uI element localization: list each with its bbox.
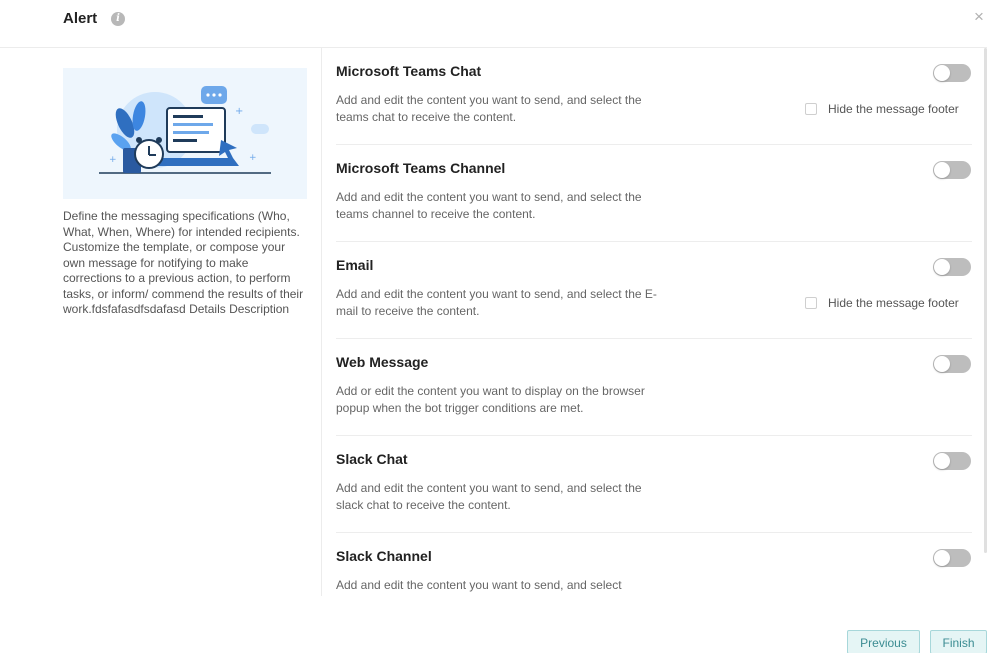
slack-channel-toggle[interactable] xyxy=(933,549,971,567)
channel-description: Add and edit the content you want to sen… xyxy=(336,578,622,592)
svg-text:+: + xyxy=(235,106,243,117)
channel-name: Email xyxy=(336,257,374,273)
channel-email: Email Add and edit the content you want … xyxy=(336,242,972,339)
close-icon[interactable]: × xyxy=(974,8,984,25)
channel-name: Web Message xyxy=(336,354,429,370)
channel-name: Slack Chat xyxy=(336,451,408,467)
teams-chat-toggle[interactable] xyxy=(933,64,971,82)
channel-description: Add or edit the content you want to disp… xyxy=(336,384,645,415)
alert-description: Define the messaging specifications (Who… xyxy=(63,209,304,316)
toggle-knob xyxy=(934,259,950,275)
toggle-knob xyxy=(934,550,950,566)
alert-illustration: + + + xyxy=(63,68,307,199)
toggle-knob xyxy=(934,356,950,372)
svg-text:+: + xyxy=(109,155,117,165)
slack-chat-toggle[interactable] xyxy=(933,452,971,470)
channel-slack-channel: Slack Channel Add and edit the content y… xyxy=(336,533,972,593)
toggle-knob xyxy=(934,162,950,178)
previous-button[interactable]: Previous xyxy=(847,630,920,653)
toggle-knob xyxy=(934,453,950,469)
channel-microsoft-teams-chat: Microsoft Teams Chat Add and edit the co… xyxy=(336,48,972,145)
channel-slack-chat: Slack Chat Add and edit the content you … xyxy=(336,436,972,533)
alert-illustration-graphic: + + + xyxy=(99,86,271,174)
hide-footer-label: Hide the message footer xyxy=(828,102,959,116)
email-toggle[interactable] xyxy=(933,258,971,276)
web-message-toggle[interactable] xyxy=(933,355,971,373)
channel-web-message: Web Message Add or edit the content you … xyxy=(336,339,972,436)
toggle-knob xyxy=(934,65,950,81)
channel-description: Add and edit the content you want to sen… xyxy=(336,481,642,512)
hide-footer-checkbox[interactable] xyxy=(805,103,817,115)
dialog-header: Alert i × xyxy=(0,0,987,48)
channel-name: Microsoft Teams Chat xyxy=(336,63,482,79)
hide-footer-option[interactable]: Hide the message footer xyxy=(805,102,959,116)
teams-channel-toggle[interactable] xyxy=(933,161,971,179)
channel-list[interactable]: Microsoft Teams Chat Add and edit the co… xyxy=(322,48,978,593)
finish-button[interactable]: Finish xyxy=(930,630,987,653)
svg-text:+: + xyxy=(249,153,257,163)
channel-name: Slack Channel xyxy=(336,548,432,564)
hide-footer-label: Hide the message footer xyxy=(828,296,959,310)
channel-name: Microsoft Teams Channel xyxy=(336,160,506,176)
left-panel: + + + Define the messaging specification… xyxy=(63,68,307,318)
hide-footer-option[interactable]: Hide the message footer xyxy=(805,296,959,310)
info-icon[interactable]: i xyxy=(111,12,125,26)
channel-description: Add and edit the content you want to sen… xyxy=(336,93,642,124)
channel-description: Add and edit the content you want to sen… xyxy=(336,190,642,221)
channel-description: Add and edit the content you want to sen… xyxy=(336,287,657,318)
channel-microsoft-teams-channel: Microsoft Teams Channel Add and edit the… xyxy=(336,145,972,242)
dialog-title: Alert xyxy=(63,10,98,27)
hide-footer-checkbox[interactable] xyxy=(805,297,817,309)
